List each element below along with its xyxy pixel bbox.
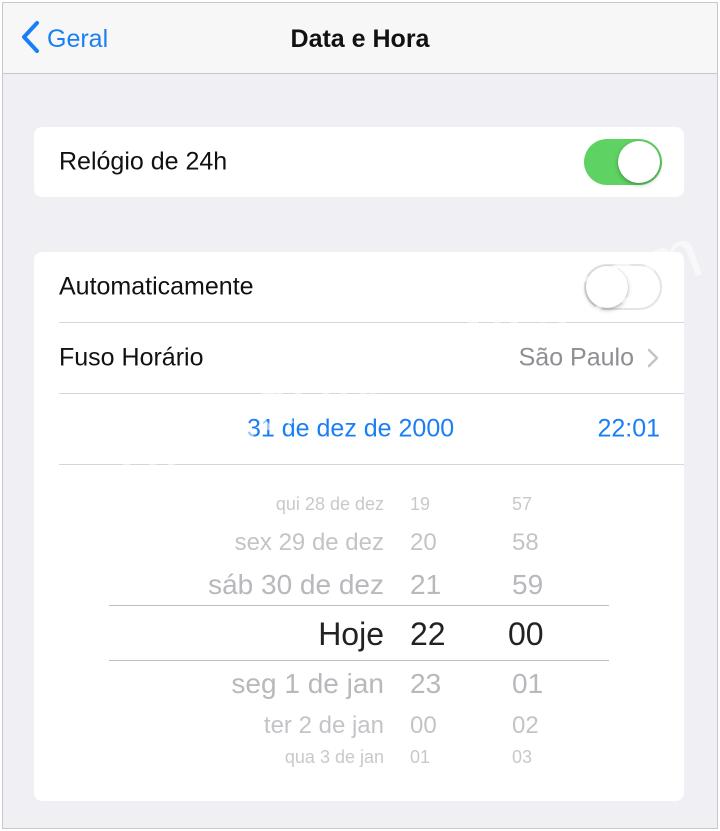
picker-day-item[interactable]: ter 2 de jan <box>264 712 384 740</box>
picker-hour-item[interactable]: 19 <box>410 494 430 515</box>
picker-hour-item[interactable]: 20 <box>410 529 437 557</box>
auto-toggle[interactable] <box>584 264 662 310</box>
datetime-row[interactable]: 31 de dez de 2000 22:01 <box>34 394 684 464</box>
picker-hour-item[interactable]: 21 <box>410 569 441 601</box>
time-value[interactable]: 22:01 <box>597 415 660 444</box>
page-title: Data e Hora <box>290 25 430 53</box>
picker-minute-item[interactable]: 57 <box>512 494 532 515</box>
timezone-label: Fuso Horário <box>59 343 204 372</box>
auto-label: Automaticamente <box>59 272 254 301</box>
picker-selection-top-line <box>109 605 609 606</box>
picker-day-item[interactable]: seg 1 de jan <box>231 668 384 700</box>
date-time-picker[interactable]: qui 28 de dez sex 29 de dez sáb 30 de de… <box>34 464 684 801</box>
settings-screen: Geral Data e Hora Relógio de 24h Automat… <box>2 2 718 829</box>
auto-row: Automaticamente <box>34 252 684 322</box>
picker-day-item[interactable]: qua 3 de jan <box>285 747 384 768</box>
picker-day-item[interactable]: sáb 30 de dez <box>208 569 384 601</box>
navigation-bar: Geral Data e Hora <box>3 3 717 74</box>
timezone-value: São Paulo <box>518 343 634 372</box>
picker-minute-item[interactable]: 58 <box>512 529 539 557</box>
picker-day-selected[interactable]: Hoje <box>318 616 384 653</box>
picker-hour-item[interactable]: 01 <box>410 747 430 768</box>
toggle-knob <box>618 141 660 183</box>
toggle-knob <box>586 266 628 308</box>
picker-day-item[interactable]: sex 29 de dez <box>235 529 384 557</box>
picker-minute-item[interactable]: 59 <box>512 569 543 601</box>
picker-day-item[interactable]: qui 28 de dez <box>276 494 384 515</box>
clock24-toggle[interactable] <box>584 139 662 185</box>
chevron-right-icon <box>646 347 660 369</box>
picker-minute-item[interactable]: 02 <box>512 712 539 740</box>
picker-hour-item[interactable]: 23 <box>410 668 441 700</box>
clock24-label: Relógio de 24h <box>59 147 228 176</box>
picker-minute-item[interactable]: 01 <box>512 668 543 700</box>
picker-minute-selected[interactable]: 00 <box>508 616 544 653</box>
clock24-row: Relógio de 24h <box>34 127 684 197</box>
timezone-row[interactable]: Fuso Horário São Paulo <box>34 323 684 393</box>
picker-hour-selected[interactable]: 22 <box>410 616 446 653</box>
date-time-group: Automaticamente Fuso Horário São Paulo 3… <box>34 252 684 801</box>
clock-format-group: Relógio de 24h <box>34 127 684 197</box>
picker-selection-bottom-line <box>109 660 609 661</box>
picker-hour-item[interactable]: 00 <box>410 712 437 740</box>
picker-minute-item[interactable]: 03 <box>512 747 532 768</box>
date-value[interactable]: 31 de dez de 2000 <box>247 415 454 444</box>
